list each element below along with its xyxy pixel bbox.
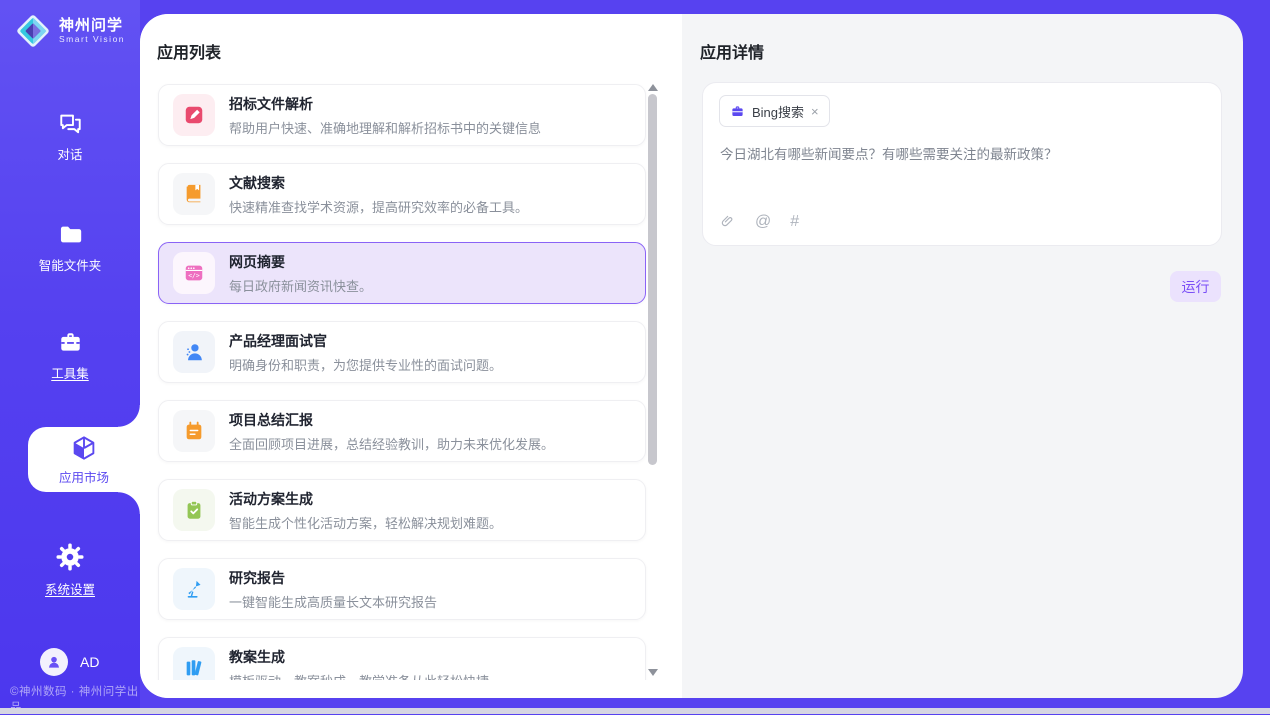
- bottom-strip: [0, 708, 1270, 714]
- lesson-plan-icon: [183, 657, 205, 679]
- briefcase-icon: [730, 104, 745, 119]
- sidebar-item-label: 智能文件夹: [39, 255, 102, 274]
- scroll-down-arrow-icon[interactable]: [648, 669, 658, 676]
- app-icon-tile: [173, 647, 215, 680]
- run-button[interactable]: 运行: [1170, 271, 1221, 302]
- app-name: 招标文件解析: [229, 94, 541, 114]
- app-name: 文献搜索: [229, 173, 528, 193]
- svg-text:</>: </>: [188, 272, 200, 280]
- sidebar-item-chat[interactable]: 对话: [0, 110, 140, 163]
- account-name: AD: [80, 654, 99, 670]
- brand-diamond-icon: [14, 12, 52, 50]
- app-name: 产品经理面试官: [229, 331, 502, 351]
- gear-icon: [55, 542, 85, 572]
- app-name: 研究报告: [229, 568, 437, 588]
- app-card-research-report[interactable]: 研究报告 一键智能生成高质量长文本研究报告: [158, 558, 646, 620]
- app-name: 项目总结汇报: [229, 410, 554, 430]
- app-detail-panel: 应用详情 Bing搜索 × 今日湖北有哪些新闻要点？有哪些需要关注的最新政策？ …: [682, 14, 1243, 698]
- sidebar-item-smart-folder[interactable]: 智能文件夹: [0, 221, 140, 274]
- folder-icon: [57, 221, 84, 248]
- hash-icon[interactable]: #: [790, 214, 799, 230]
- sidebar-item-app-market[interactable]: 应用市场: [28, 427, 140, 492]
- research-report-icon: [183, 578, 205, 600]
- query-input[interactable]: 今日湖北有哪些新闻要点？有哪些需要关注的最新政策？: [720, 145, 1205, 165]
- tool-tag-bing-search[interactable]: Bing搜索 ×: [719, 95, 830, 127]
- app-description: 帮助用户快速、准确地理解和解析招标书中的关键信息: [229, 118, 541, 137]
- app-card-event-plan[interactable]: 活动方案生成 智能生成个性化活动方案，轻松解决规划难题。: [158, 479, 646, 541]
- app-name: 活动方案生成: [229, 489, 502, 509]
- app-icon-tile: [173, 173, 215, 215]
- avatar[interactable]: [40, 648, 68, 676]
- brand-tagline: Smart Vision: [59, 35, 125, 44]
- sidebar: 神州问学 Smart Vision 对话 智能文件夹 工具集: [0, 0, 140, 708]
- main-content: 应用列表 招标文件解析 帮助用户快速、准确地理解和解析招标书中的关键信息: [140, 14, 1243, 698]
- brand-name: 神州问学: [59, 18, 125, 34]
- scroll-up-arrow-icon[interactable]: [648, 84, 658, 91]
- sidebar-item-label: 系统设置: [45, 579, 95, 598]
- project-summary-icon: [183, 420, 205, 442]
- sidebar-item-toolset[interactable]: 工具集: [0, 329, 140, 382]
- app-description: 模板驱动，教案秒成，教学准备从此轻松快捷: [229, 671, 489, 681]
- brand-logo: 神州问学 Smart Vision: [14, 12, 125, 50]
- app-card-project-summary[interactable]: 项目总结汇报 全面回顾项目进展，总结经验教训，助力未来优化发展。: [158, 400, 646, 462]
- app-description: 快速精准查找学术资源，提高研究效率的必备工具。: [229, 197, 528, 216]
- app-detail-title: 应用详情: [700, 39, 764, 63]
- app-name: 网页摘要: [229, 252, 372, 272]
- at-icon[interactable]: @: [755, 214, 771, 230]
- user-icon: [46, 654, 62, 670]
- app-card-web-summary[interactable]: </> 网页摘要 每日政府新闻资讯快查。: [158, 242, 646, 304]
- app-list-title: 应用列表: [157, 39, 221, 63]
- app-card-bid-document-parse[interactable]: 招标文件解析 帮助用户快速、准确地理解和解析招标书中的关键信息: [158, 84, 646, 146]
- tag-close-icon[interactable]: ×: [811, 105, 819, 118]
- tool-tag-label: Bing搜索: [752, 102, 804, 121]
- app-name: 教案生成: [229, 647, 489, 667]
- app-icon-tile: [173, 568, 215, 610]
- app-list-panel: 应用列表 招标文件解析 帮助用户快速、准确地理解和解析招标书中的关键信息: [140, 14, 682, 698]
- app-description: 明确身份和职责，为您提供专业性的面试问题。: [229, 355, 502, 374]
- app-card-lesson-plan[interactable]: 教案生成 模板驱动，教案秒成，教学准备从此轻松快捷: [158, 637, 646, 680]
- account-row[interactable]: AD: [40, 648, 99, 676]
- app-description: 每日政府新闻资讯快查。: [229, 276, 372, 295]
- app-description: 全面回顾项目进展，总结经验教训，助力未来优化发展。: [229, 434, 554, 453]
- app-icon-tile: </>: [173, 252, 215, 294]
- sidebar-item-label: 应用市场: [59, 467, 109, 486]
- app-description: 一键智能生成高质量长文本研究报告: [229, 592, 437, 611]
- literature-search-icon: [183, 183, 205, 205]
- pm-interviewer-icon: [183, 341, 205, 363]
- app-icon-tile: [173, 410, 215, 452]
- app-card-pm-interviewer[interactable]: 产品经理面试官 明确身份和职责，为您提供专业性的面试问题。: [158, 321, 646, 383]
- app-icon-tile: [173, 489, 215, 531]
- app-description: 智能生成个性化活动方案，轻松解决规划难题。: [229, 513, 502, 532]
- sidebar-item-label: 工具集: [51, 363, 89, 382]
- sidebar-item-settings[interactable]: 系统设置: [0, 542, 140, 598]
- chat-icon: [57, 110, 84, 137]
- app-list-scrollbar[interactable]: [647, 84, 659, 676]
- cube-icon: [69, 433, 99, 463]
- app-icon-tile: [173, 331, 215, 373]
- app-list-scroll-area: 招标文件解析 帮助用户快速、准确地理解和解析招标书中的关键信息 文献搜索 快速精…: [140, 80, 682, 680]
- event-plan-icon: [183, 499, 205, 521]
- scrollbar-thumb[interactable]: [648, 94, 657, 465]
- sidebar-item-label: 对话: [57, 144, 82, 163]
- app-card-literature-search[interactable]: 文献搜索 快速精准查找学术资源，提高研究效率的必备工具。: [158, 163, 646, 225]
- toolbox-icon: [57, 329, 84, 356]
- app-icon-tile: [173, 94, 215, 136]
- web-summary-icon: </>: [183, 262, 205, 284]
- input-toolbar: @ #: [719, 213, 799, 230]
- prompt-card: Bing搜索 × 今日湖北有哪些新闻要点？有哪些需要关注的最新政策？ @ #: [702, 82, 1222, 246]
- bid-document-parse-icon: [183, 104, 205, 126]
- paperclip-icon[interactable]: [719, 213, 736, 230]
